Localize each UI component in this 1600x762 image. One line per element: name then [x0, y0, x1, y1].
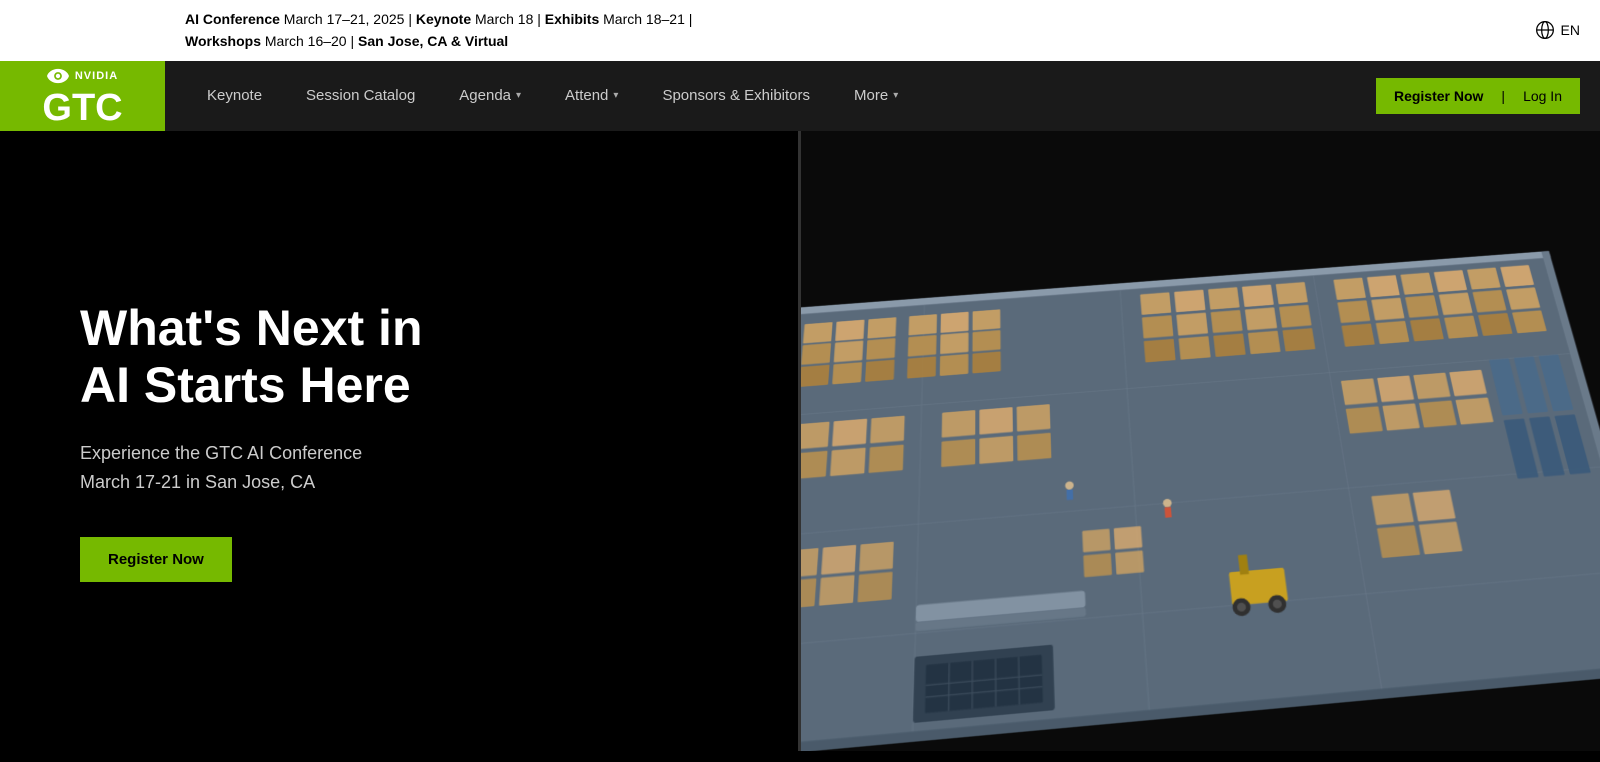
attend-chevron-icon: ▾	[613, 90, 618, 101]
register-login-group: Register Now | Log In	[1376, 78, 1580, 114]
conference-name-label: AI Conference	[185, 11, 280, 27]
top-bar-text: AI Conference March 17–21, 2025 | Keynot…	[185, 8, 692, 53]
nav-item-attend[interactable]: Attend ▾	[543, 61, 640, 131]
main-nav: Keynote Session Catalog Agenda ▾ Attend …	[165, 61, 1376, 131]
hero-left-panel: What's Next in AI Starts Here Experience…	[0, 131, 800, 751]
language-selector[interactable]: EN	[1535, 19, 1580, 41]
register-now-button[interactable]: Register Now	[1376, 88, 1501, 104]
conference-dates: March 17–21, 2025 |	[280, 11, 416, 27]
hero-subtitle: Experience the GTC AI Conference March 1…	[80, 439, 720, 497]
location-label: San Jose, CA & Virtual	[358, 33, 508, 49]
language-label: EN	[1561, 19, 1580, 41]
login-button[interactable]: Log In	[1505, 88, 1580, 104]
nvidia-logo: NVIDIA	[47, 65, 118, 87]
nav-item-session-catalog[interactable]: Session Catalog	[284, 61, 437, 131]
top-info-bar: AI Conference March 17–21, 2025 | Keynot…	[0, 0, 1600, 61]
exhibits-label: Exhibits	[545, 11, 599, 27]
nav-item-more[interactable]: More ▾	[832, 61, 920, 131]
workshops-dates: March 16–20 |	[261, 33, 358, 49]
logo-block[interactable]: NVIDIA GTC	[0, 61, 165, 131]
exhibits-dates: March 18–21 |	[599, 11, 692, 27]
hero-divider	[798, 131, 801, 751]
agenda-chevron-icon: ▾	[516, 90, 521, 101]
hero-title: What's Next in AI Starts Here	[80, 300, 720, 415]
keynote-label: Keynote	[416, 11, 471, 27]
more-chevron-icon: ▾	[893, 90, 898, 101]
workshops-label: Workshops	[185, 33, 261, 49]
globe-icon	[1535, 20, 1555, 40]
keynote-dates: March 18 |	[471, 11, 545, 27]
header-actions: Register Now | Log In	[1376, 78, 1580, 114]
nav-item-keynote[interactable]: Keynote	[185, 61, 284, 131]
hero-section: What's Next in AI Starts Here Experience…	[0, 131, 1600, 751]
gtc-logo-text: GTC	[42, 89, 122, 127]
main-header: NVIDIA GTC Keynote Session Catalog Agend…	[0, 61, 1600, 131]
nvidia-brand-text: NVIDIA	[75, 70, 118, 82]
hero-right-panel	[780, 131, 1600, 751]
nav-item-sponsors-exhibitors[interactable]: Sponsors & Exhibitors	[640, 61, 832, 131]
warehouse-illustration	[780, 182, 1600, 751]
nvidia-eye-icon	[47, 65, 69, 87]
nav-item-agenda[interactable]: Agenda ▾	[437, 61, 543, 131]
hero-register-button[interactable]: Register Now	[80, 537, 232, 582]
